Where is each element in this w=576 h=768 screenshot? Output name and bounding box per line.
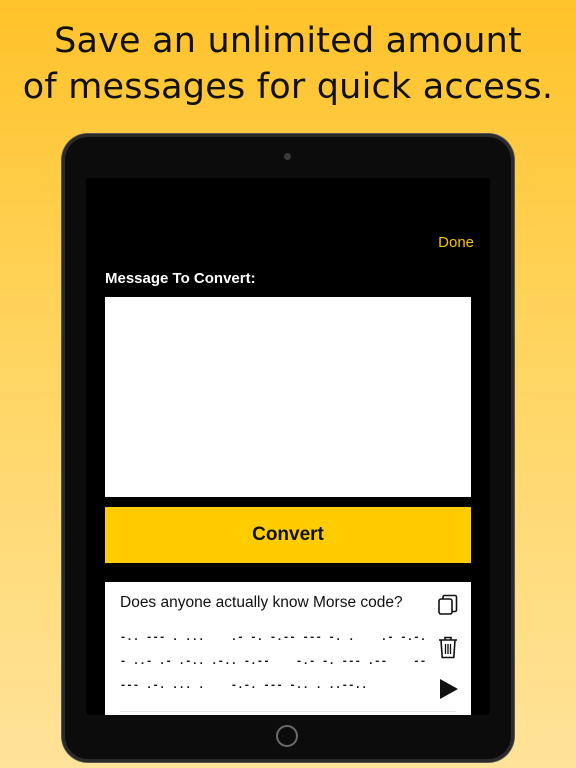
- promo-line-1: Save an unlimited amount: [54, 21, 522, 61]
- play-button[interactable]: [435, 676, 461, 702]
- morse-line: --- .-. ... . -.-. --- -.. . ..--..: [120, 680, 368, 691]
- message-label: Message To Convert:: [105, 270, 256, 287]
- trash-icon: [439, 636, 457, 659]
- saved-message-card: Does anyone actually know Morse code? -.…: [105, 582, 471, 715]
- play-icon: [440, 679, 458, 699]
- card-divider: [120, 711, 456, 712]
- app-screen: Done Message To Convert: Convert Does an…: [86, 178, 490, 715]
- message-input[interactable]: [105, 297, 471, 497]
- copy-icon: [438, 594, 458, 615]
- delete-button[interactable]: [435, 634, 461, 660]
- saved-message-text: Does anyone actually know Morse code?: [120, 594, 403, 611]
- morse-line: - ..- .- .-.. .-.. -.-- -.- -. --- .-- -…: [120, 656, 427, 667]
- promo-headline: Save an unlimited amount of messages for…: [0, 18, 576, 110]
- tablet-frame: Done Message To Convert: Convert Does an…: [62, 134, 514, 762]
- promo-line-2: of messages for quick access.: [22, 67, 554, 107]
- morse-line: -.. --- . ... .- -. -.-- --- -. . .- -.-…: [120, 632, 427, 643]
- done-button[interactable]: Done: [438, 234, 474, 251]
- saved-message-morse: -.. --- . ... .- -. -.-- --- -. . .- -.-…: [120, 626, 427, 698]
- convert-button[interactable]: Convert: [105, 507, 471, 563]
- home-button[interactable]: [276, 725, 298, 747]
- copy-button[interactable]: [435, 592, 461, 618]
- camera-icon: [284, 153, 291, 160]
